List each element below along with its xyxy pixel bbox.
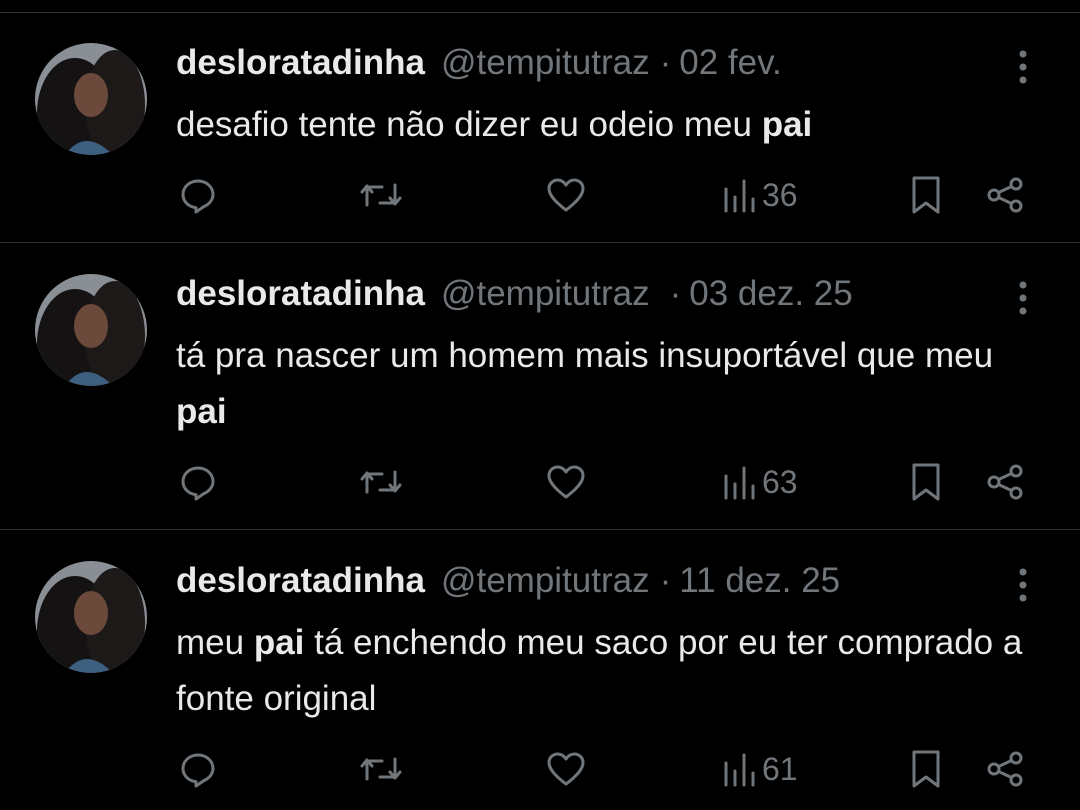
tweet-text: meu pai tá enchendo meu saco por eu ter …: [176, 615, 1036, 727]
timestamp[interactable]: 03 dez. 25: [689, 274, 852, 314]
tweet-text-part: meu: [176, 623, 254, 662]
reply-button[interactable]: [178, 747, 218, 791]
reply-button[interactable]: [178, 460, 218, 504]
divider: [0, 529, 1080, 530]
share-button[interactable]: [985, 747, 1025, 791]
like-button[interactable]: [545, 460, 587, 504]
views-count: 36: [762, 176, 798, 213]
tweet-actions: 36: [0, 173, 1080, 217]
more-vertical-icon[interactable]: [1008, 567, 1038, 603]
timestamp[interactable]: 11 dez. 25: [679, 561, 840, 601]
display-name[interactable]: desloratadinha: [176, 274, 425, 314]
like-button[interactable]: [545, 747, 587, 791]
bookmark-button[interactable]: [908, 173, 944, 217]
reply-icon: [181, 466, 215, 501]
tweet[interactable]: desloratadinha @tempitutraz · 03 dez. 25…: [0, 244, 1080, 530]
share-icon: [987, 177, 1023, 213]
views-button[interactable]: 63: [722, 460, 798, 504]
display-name[interactable]: desloratadinha: [176, 43, 425, 83]
reply-button[interactable]: [178, 173, 218, 217]
share-button[interactable]: [985, 460, 1025, 504]
share-icon: [987, 751, 1023, 787]
tweet-text-part: desafio tente não dizer eu odeio meu: [176, 105, 762, 144]
tweet-text-bold: pai: [176, 392, 227, 431]
tweet-text: tá pra nascer um homem mais insuportável…: [176, 328, 1036, 440]
retweet-icon: [360, 470, 402, 494]
tweet-actions: 63: [0, 460, 1080, 504]
bookmark-button[interactable]: [908, 460, 944, 504]
tweet-text-bold: pai: [761, 105, 813, 144]
tweet-text: desafio tente não dizer eu odeio meu pai: [176, 97, 1036, 153]
timestamp[interactable]: 02 fev.: [679, 43, 781, 83]
handle[interactable]: @tempitutraz: [441, 561, 650, 601]
retweet-button[interactable]: [358, 173, 404, 217]
views-button[interactable]: 36: [722, 173, 798, 217]
views-button[interactable]: 61: [722, 747, 798, 791]
tweet-text-part: tá pra nascer um homem mais insuportável…: [176, 336, 994, 375]
retweet-button[interactable]: [358, 460, 404, 504]
handle[interactable]: @tempitutraz: [441, 274, 650, 314]
bookmark-icon: [912, 463, 940, 501]
more-vertical-icon[interactable]: [1008, 280, 1038, 316]
avatar[interactable]: [35, 561, 147, 673]
tweet-header: desloratadinha @tempitutraz · 02 fev.: [176, 43, 990, 83]
heart-icon: [547, 178, 585, 212]
separator: ·: [659, 43, 672, 82]
retweet-icon: [360, 757, 402, 781]
divider: [0, 242, 1080, 243]
tweet[interactable]: desloratadinha @tempitutraz · 02 fev. de…: [0, 13, 1080, 243]
reply-icon: [181, 753, 215, 788]
separator: ·: [669, 274, 682, 313]
display-name[interactable]: desloratadinha: [176, 561, 425, 601]
avatar[interactable]: [35, 274, 147, 386]
tweet-header: desloratadinha @tempitutraz · 03 dez. 25: [176, 274, 990, 314]
views-count: 61: [762, 750, 798, 787]
views-count: 63: [762, 463, 798, 500]
share-icon: [987, 464, 1023, 500]
bookmark-button[interactable]: [908, 747, 944, 791]
retweet-button[interactable]: [358, 747, 404, 791]
handle[interactable]: @tempitutraz: [441, 43, 650, 83]
like-button[interactable]: [545, 173, 587, 217]
share-button[interactable]: [985, 173, 1025, 217]
retweet-icon: [360, 183, 402, 207]
bookmark-icon: [912, 176, 940, 214]
heart-icon: [547, 465, 585, 499]
heart-icon: [547, 752, 585, 786]
reply-icon: [181, 179, 215, 214]
views-chart-icon: [724, 466, 755, 500]
tweet-actions: 61: [0, 747, 1080, 791]
views-chart-icon: [724, 753, 755, 787]
more-vertical-icon[interactable]: [1008, 49, 1038, 85]
tweet-text-bold: pai: [253, 623, 305, 662]
separator: ·: [659, 561, 672, 600]
tweet[interactable]: desloratadinha @tempitutraz · 11 dez. 25…: [0, 531, 1080, 810]
tweet-header: desloratadinha @tempitutraz · 11 dez. 25: [176, 561, 990, 601]
views-chart-icon: [724, 179, 755, 213]
bookmark-icon: [912, 750, 940, 788]
avatar[interactable]: [35, 43, 147, 155]
